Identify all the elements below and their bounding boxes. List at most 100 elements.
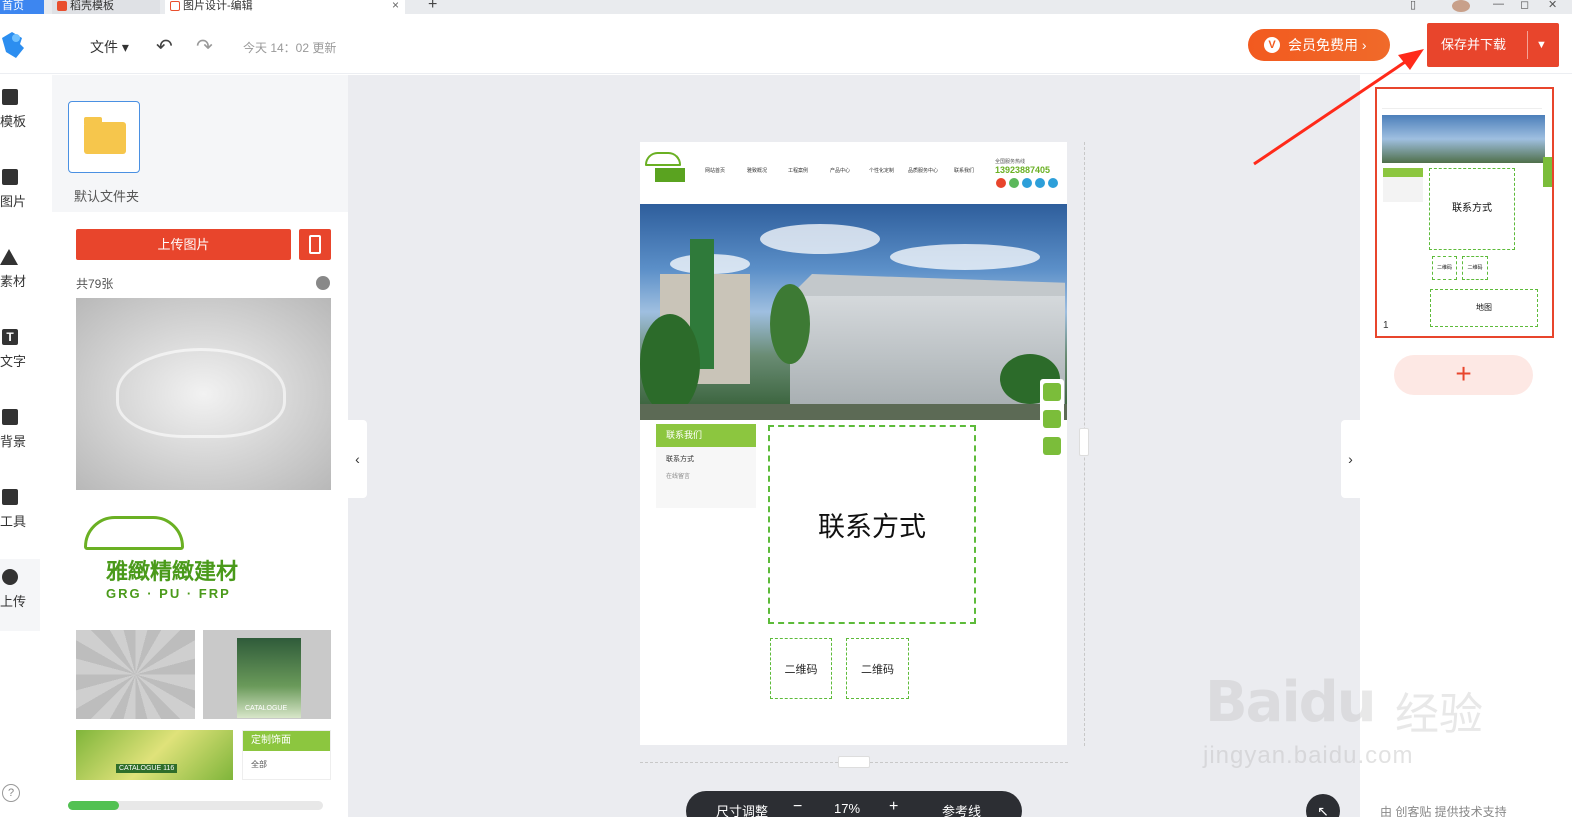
minimize-icon[interactable]: —	[1493, 0, 1504, 10]
tab-home-label: 首页	[2, 0, 24, 12]
folder-label: 默认文件夹	[74, 189, 140, 204]
undo-icon[interactable]: ↶	[156, 34, 173, 59]
save-download-button[interactable]: 保存并下载 ▼	[1427, 23, 1559, 67]
rail-item-materials[interactable]: 素材	[0, 249, 40, 309]
share-icon[interactable]	[1048, 178, 1058, 188]
logo-sub-text: GRG · PU · FRP	[106, 586, 231, 601]
site-nav-item[interactable]: 网站首页	[705, 167, 725, 174]
mini-qr-box: 二维码	[1462, 256, 1488, 280]
tech-support-note: 由 创客贴 提供技术支持	[1380, 805, 1507, 817]
avatar[interactable]	[1452, 0, 1470, 12]
site-nav-item[interactable]: 个性化定制	[869, 167, 894, 174]
uploaded-image-catalogue[interactable]: CATALOGUE 116	[76, 730, 233, 780]
help-icon[interactable]: ?	[2, 784, 20, 802]
uploaded-image-carving[interactable]	[76, 298, 331, 490]
site-nav-item[interactable]: 联系我们	[954, 167, 974, 174]
mini-map-box: 地图	[1430, 289, 1538, 327]
tab-image-design[interactable]: 图片设计-编辑 ×	[165, 0, 405, 14]
tree-shape	[770, 284, 810, 364]
logo-block	[655, 168, 685, 182]
tree-shape	[640, 314, 700, 414]
side-menu-item[interactable]: 联系方式	[666, 454, 694, 464]
rail-item-upload[interactable]: 上传	[0, 559, 40, 631]
folder-area: 默认文件夹	[52, 75, 348, 212]
rail-item-images[interactable]: 图片	[0, 169, 40, 229]
new-tab-button[interactable]: +	[428, 0, 437, 14]
collapse-right-panel-button[interactable]: ›	[1341, 420, 1360, 498]
side-menu-item[interactable]: 在线留言	[666, 471, 690, 480]
floating-contact-bar	[1040, 379, 1064, 461]
wechat-float-icon[interactable]	[1043, 437, 1061, 455]
window-layout-icon[interactable]: ▯	[1410, 0, 1416, 11]
rail-item-templates[interactable]: 模板	[0, 89, 40, 149]
guides-toggle[interactable]: 参考线	[942, 801, 981, 817]
settings-icon[interactable]	[316, 276, 330, 290]
qq-float-icon[interactable]	[1043, 410, 1061, 428]
size-adjust-button[interactable]: 尺寸调整	[716, 801, 768, 817]
collapse-left-panel-button[interactable]: ‹	[348, 420, 367, 498]
image-count: 共79张	[76, 277, 114, 291]
zoom-in-button[interactable]: +	[889, 798, 898, 816]
browser-tab-strip: 首页 稻壳模板 图片设计-编辑 × + ▯ — ◻ ✕	[0, 0, 1572, 14]
site-nav-item[interactable]: 雅致概况	[747, 167, 767, 174]
shapes-icon	[0, 249, 18, 265]
zoom-level: 17%	[834, 801, 861, 816]
uploaded-image-custom-finish[interactable]: 定制饰面 全部	[242, 730, 331, 780]
background-icon	[2, 409, 18, 425]
weibo-icon[interactable]	[996, 178, 1006, 188]
vip-icon: V	[1264, 37, 1280, 53]
file-menu-label: 文件	[90, 39, 118, 55]
window-close-icon[interactable]: ✕	[1548, 0, 1557, 11]
site-nav-item[interactable]: 品质服务中心	[908, 167, 938, 174]
add-page-button[interactable]: +	[1394, 355, 1533, 395]
phone-float-icon[interactable]	[1043, 383, 1061, 401]
rail-item-label: 背景	[0, 434, 27, 449]
zoom-out-button[interactable]: −	[793, 798, 802, 816]
rail-item-tools[interactable]: 工具	[0, 489, 40, 549]
phone-upload-button[interactable]	[299, 229, 331, 260]
tab-close-icon[interactable]: ×	[392, 0, 399, 11]
catalogue-label: CATALOGUE 116	[116, 764, 178, 773]
upload-image-button[interactable]: 上传图片	[76, 229, 291, 260]
qq-icon[interactable]	[1022, 178, 1032, 188]
uploads-list: 上传图片 共79张 雅緻精緻建材 GRG · PU · FRP CATALOGU…	[52, 212, 348, 817]
rail-item-background[interactable]: 背景	[0, 409, 40, 469]
uploaded-image-logo[interactable]: 雅緻精緻建材 GRG · PU · FRP	[76, 504, 331, 614]
logo-arch	[645, 152, 681, 166]
contact-placeholder-label: 联系方式	[818, 512, 926, 543]
cloud-upload-icon	[2, 569, 18, 585]
site-logo-icon[interactable]	[645, 152, 685, 186]
uploaded-image-catalogue-book[interactable]: CATALOGUE	[203, 630, 331, 719]
rail-item-text[interactable]: T 文字	[0, 329, 40, 389]
toolbox-icon	[2, 489, 18, 505]
tab-docer-templates[interactable]: 稻壳模板	[52, 0, 160, 14]
save-options-dropdown-icon[interactable]: ▼	[1536, 23, 1547, 67]
qzone-icon[interactable]	[1035, 178, 1045, 188]
save-download-label: 保存并下载	[1441, 37, 1507, 52]
logo-brand-text: 雅緻精緻建材	[106, 559, 239, 585]
custom-finish-title: 定制饰面	[243, 731, 330, 751]
phone-icon	[309, 235, 321, 254]
zoom-toolbar: 尺寸调整 − 17% + 参考线	[686, 791, 1022, 817]
hotline-label: 全国服务热线	[995, 159, 1026, 165]
wechat-icon[interactable]	[1009, 178, 1019, 188]
tab-home[interactable]: 首页	[0, 0, 44, 14]
redo-icon[interactable]: ↷	[196, 34, 213, 59]
qr-code-placeholder[interactable]: 二维码	[770, 638, 832, 699]
mini-float-bar	[1543, 157, 1552, 187]
page-thumbnail[interactable]: 联系方式 二维码 二维码 地图 1	[1375, 87, 1554, 338]
qr-code-placeholder[interactable]: 二维码	[846, 638, 909, 699]
resize-handle-right[interactable]	[1079, 428, 1089, 456]
uploaded-image-pattern[interactable]	[76, 630, 195, 719]
vip-free-button[interactable]: V 会员免费用 ›	[1248, 29, 1390, 61]
resize-handle-bottom[interactable]	[838, 756, 870, 768]
file-menu[interactable]: 文件 ▾	[90, 37, 129, 57]
default-folder-card[interactable]	[68, 101, 140, 173]
logo-arch-shape	[84, 516, 184, 550]
hero-photo-factory[interactable]	[640, 204, 1067, 420]
site-nav-item[interactable]: 产品中心	[830, 167, 850, 174]
design-page[interactable]: 网站首页 雅致概况 工程案例 产品中心 个性化定制 品质服务中心 联系我们 全国…	[640, 142, 1067, 745]
site-nav-item[interactable]: 工程案例	[788, 167, 808, 174]
contact-placeholder-box[interactable]: 联系方式	[768, 425, 976, 624]
restore-icon[interactable]: ◻	[1520, 0, 1529, 11]
